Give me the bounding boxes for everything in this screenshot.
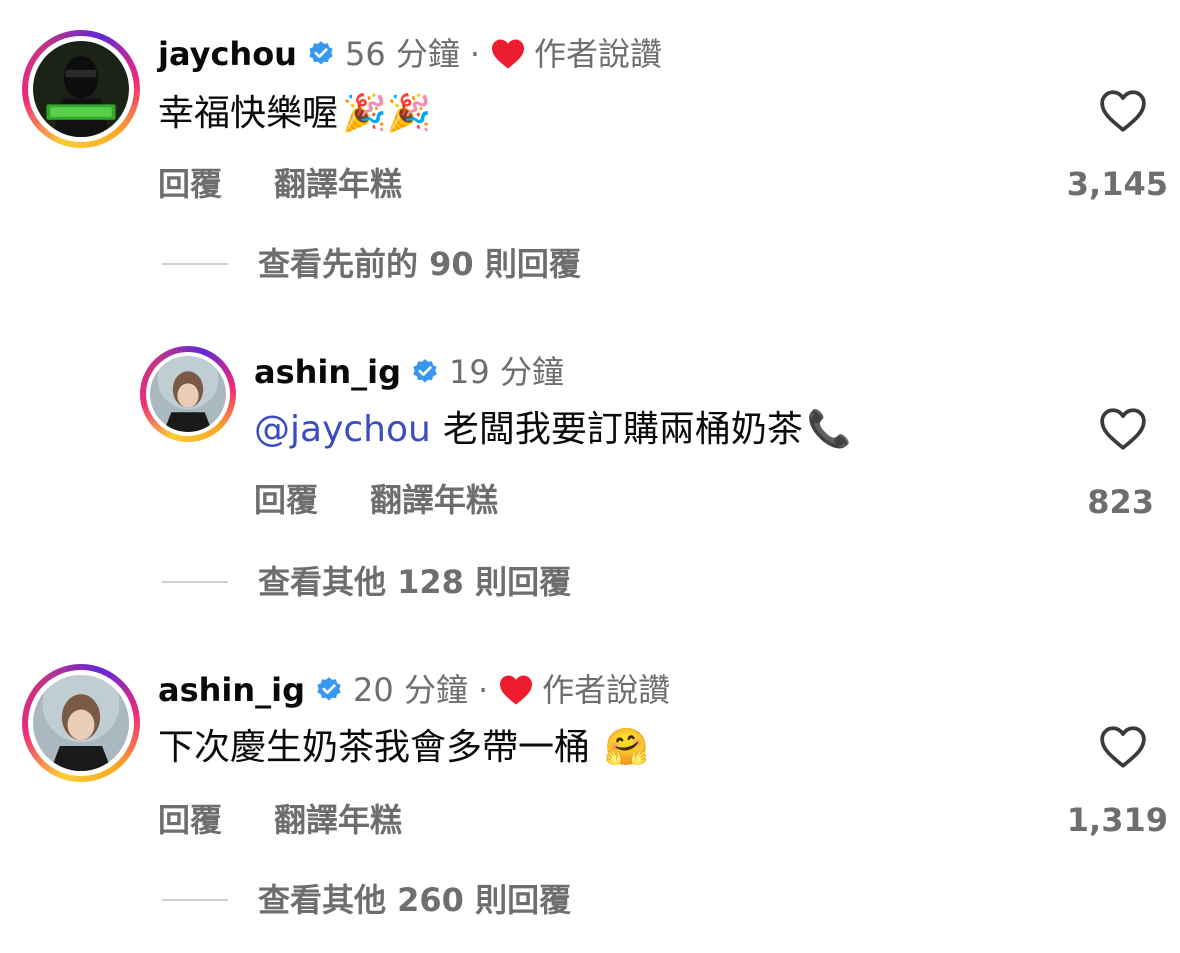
comment-actions: 回覆 翻譯年糕 xyxy=(254,480,498,520)
avatar[interactable] xyxy=(22,30,140,148)
avatar-image xyxy=(150,356,226,432)
timestamp: 20 分鐘 xyxy=(353,671,468,709)
view-replies-button[interactable]: 查看其他 260 則回覆 xyxy=(162,880,571,920)
view-replies-label: 查看先前的 90 則回覆 xyxy=(258,245,581,283)
timestamp: 56 分鐘 xyxy=(344,35,460,73)
username[interactable]: ashin_ig xyxy=(254,352,401,392)
like-count: 3,145 xyxy=(1066,165,1168,203)
comment-text: 幸福快樂喔 🎉🎉 xyxy=(158,92,432,136)
view-replies-button[interactable]: 查看其他 128 則回覆 xyxy=(162,562,571,602)
timestamp: 19 分鐘 xyxy=(449,353,564,391)
verified-badge-icon xyxy=(309,41,333,65)
hugging-face-emoji: 🤗 xyxy=(604,727,649,768)
avatar[interactable] xyxy=(22,664,140,782)
heart-outline-icon[interactable] xyxy=(1098,406,1148,452)
username[interactable]: ashin_ig xyxy=(158,670,305,710)
author-liked-label: 作者說讚 xyxy=(534,35,663,73)
heart-filled-icon xyxy=(500,675,533,705)
comments-thread: jaychou 56 分鐘 · 作者說讚 幸福快樂喔 🎉🎉 回覆 翻譯年糕 3,… xyxy=(0,0,1180,953)
username[interactable]: jaychou xyxy=(158,34,297,74)
translate-button[interactable]: 翻譯年糕 xyxy=(274,800,402,840)
author-liked-label: 作者說讚 xyxy=(542,671,671,709)
comment-meta: ashin_ig 20 分鐘 · 作者說讚 xyxy=(158,670,670,710)
reply-button[interactable]: 回覆 xyxy=(158,164,222,204)
reply-button[interactable]: 回覆 xyxy=(254,480,318,520)
verified-badge-icon xyxy=(413,359,437,383)
heart-outline-icon[interactable] xyxy=(1098,724,1148,770)
comment-actions: 回覆 翻譯年糕 xyxy=(158,164,402,204)
divider-line xyxy=(162,263,228,265)
comment-meta: ashin_ig 19 分鐘 xyxy=(254,352,564,392)
view-replies-button[interactable]: 查看先前的 90 則回覆 xyxy=(162,244,581,284)
view-replies-label: 查看其他 260 則回覆 xyxy=(258,881,572,919)
comment-body: 幸福快樂喔 xyxy=(158,93,339,134)
heart-filled-icon xyxy=(492,39,525,69)
verified-badge-icon xyxy=(317,677,341,701)
divider-line xyxy=(162,581,228,583)
reply-button[interactable]: 回覆 xyxy=(158,800,222,840)
comment-body: 下次慶生奶茶我會多帶一桶 xyxy=(158,727,591,768)
comment-meta: jaychou 56 分鐘 · 作者說讚 xyxy=(158,34,662,74)
comment-text: 下次慶生奶茶我會多帶一桶 🤗 xyxy=(158,726,649,770)
avatar-image xyxy=(33,675,129,771)
view-replies-label: 查看其他 128 則回覆 xyxy=(258,563,572,601)
heart-outline-icon[interactable] xyxy=(1098,88,1148,134)
comment-text: @jaychou 老闆我要訂購兩桶奶茶 📞 xyxy=(254,408,852,452)
translate-button[interactable]: 翻譯年糕 xyxy=(370,480,498,520)
comment-body: 老闆我要訂購兩桶奶茶 xyxy=(442,409,803,450)
mention-link[interactable]: @jaychou xyxy=(254,408,431,452)
separator-dot: · xyxy=(477,671,489,709)
telephone-emoji: 📞 xyxy=(806,409,852,450)
avatar[interactable] xyxy=(140,346,236,442)
translate-button[interactable]: 翻譯年糕 xyxy=(274,164,402,204)
separator-dot: · xyxy=(469,35,481,73)
like-count: 823 xyxy=(1087,483,1154,521)
avatar-image xyxy=(33,41,129,137)
like-count: 1,319 xyxy=(1066,801,1168,839)
party-popper-emoji: 🎉🎉 xyxy=(342,93,432,134)
comment-actions: 回覆 翻譯年糕 xyxy=(158,800,402,840)
divider-line xyxy=(162,899,228,901)
